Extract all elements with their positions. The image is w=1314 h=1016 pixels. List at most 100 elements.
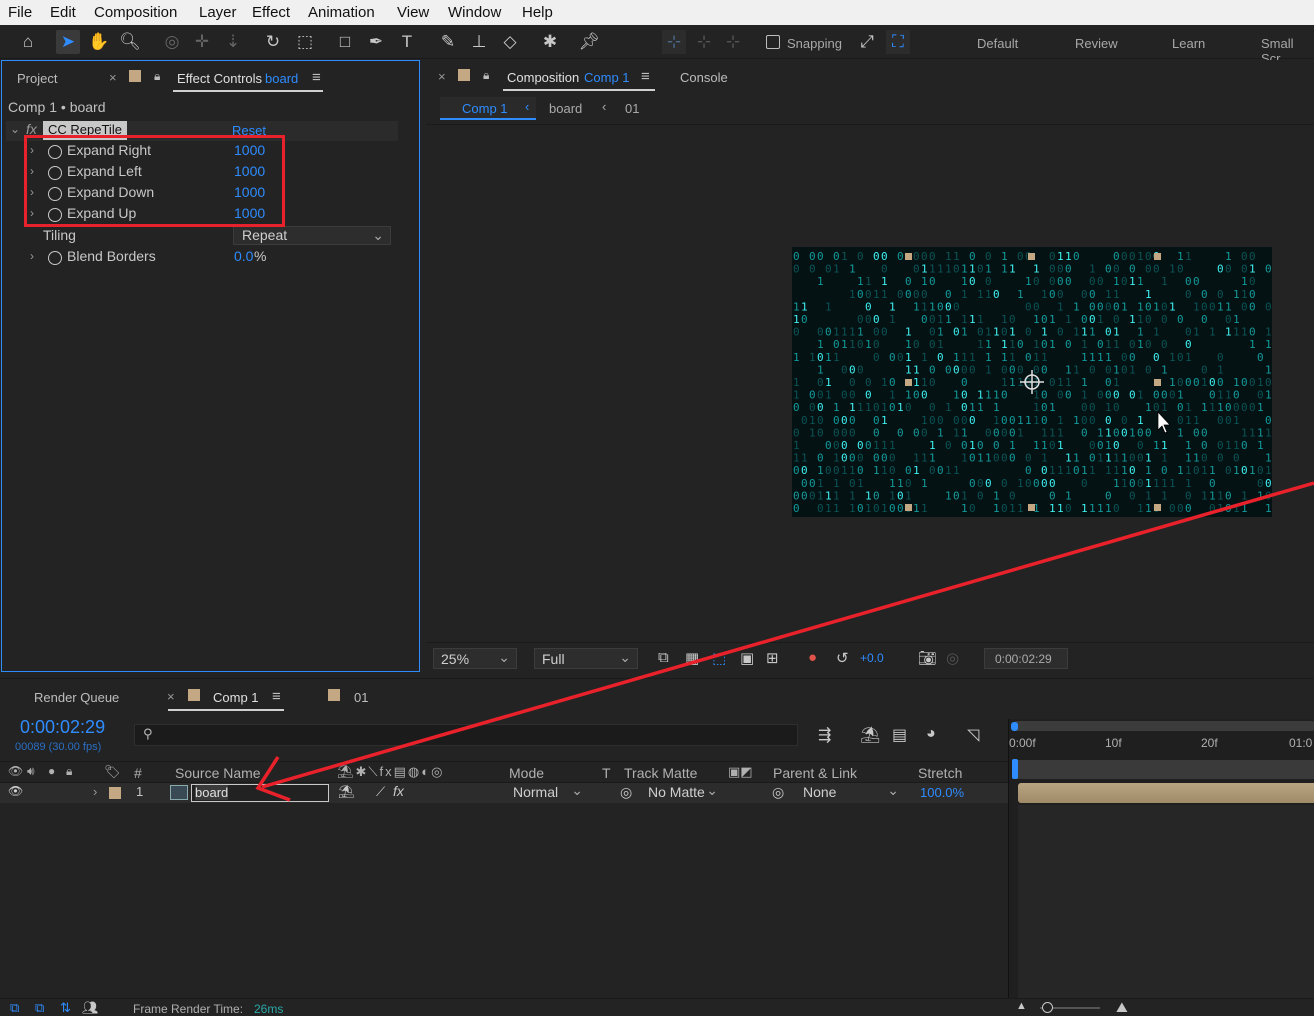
- blend-borders-value[interactable]: 0.0: [234, 248, 253, 264]
- show-snapshot-icon[interactable]: ◎: [946, 649, 959, 667]
- tab-render-queue[interactable]: Render Queue: [34, 690, 119, 705]
- solo-icon[interactable]: ●: [48, 764, 55, 778]
- fast-preview-icon[interactable]: ⧉: [658, 649, 669, 666]
- snap-grid-icon[interactable]: ⛶: [886, 30, 910, 54]
- mask-visibility-icon[interactable]: ⬚: [712, 649, 726, 667]
- zoom-out-icon[interactable]: ▲: [1016, 1000, 1027, 1012]
- parent-dropdown[interactable]: None ⌄: [797, 782, 905, 803]
- panel-menu-icon[interactable]: ≡: [272, 688, 281, 705]
- reset-exposure-icon[interactable]: ↺: [836, 649, 849, 667]
- menu-window[interactable]: Window: [448, 4, 501, 21]
- audio-icon[interactable]: 🔊︎: [27, 764, 35, 779]
- zoom-slider-thumb[interactable]: [1042, 1002, 1053, 1013]
- lock-icon[interactable]: 🔒︎: [154, 69, 160, 84]
- zoom-dropdown[interactable]: 25% ⌄: [433, 648, 517, 669]
- orbit-camera-icon[interactable]: ◎: [160, 30, 184, 54]
- transform-handle[interactable]: [905, 253, 912, 260]
- layer-switches-toggle-icon[interactable]: ⧉: [10, 1000, 19, 1016]
- time-navigator[interactable]: [1014, 721, 1314, 731]
- snap-options-icon[interactable]: ⤢: [855, 30, 879, 54]
- quality-switch-icon[interactable]: ⟋: [376, 784, 385, 800]
- rectangle-tool-icon[interactable]: □: [333, 30, 357, 54]
- matte-pickwhip-icon[interactable]: ◎: [620, 784, 632, 801]
- exposure-value[interactable]: +0.0: [860, 651, 884, 665]
- pen-tool-icon[interactable]: ✒: [364, 30, 388, 54]
- current-time-display[interactable]: 0:00:02:29: [20, 717, 105, 738]
- stretch-value[interactable]: 100.0%: [920, 785, 964, 800]
- close-icon[interactable]: ×: [438, 69, 446, 84]
- transform-handle[interactable]: [905, 504, 912, 511]
- tab-comp-name[interactable]: Comp 1: [584, 70, 630, 85]
- shy-layers-icon[interactable]: ⛱: [860, 725, 880, 745]
- menu-effect[interactable]: Effect: [252, 4, 290, 21]
- transform-handle[interactable]: [1154, 379, 1161, 386]
- transparency-grid-icon[interactable]: ▦: [685, 649, 699, 667]
- tab-project[interactable]: Project: [17, 71, 57, 86]
- grid-guides-icon[interactable]: ⊞: [766, 649, 779, 667]
- layer-label-color[interactable]: [109, 787, 121, 799]
- tab-composition[interactable]: Composition: [507, 70, 579, 85]
- transform-handle[interactable]: [1154, 504, 1161, 511]
- color-channels-icon[interactable]: ●: [808, 649, 817, 666]
- tab-effect-controls-layer[interactable]: board: [265, 71, 298, 86]
- home-icon[interactable]: ⌂: [16, 30, 40, 54]
- view-axis-icon[interactable]: ⊹: [721, 30, 745, 54]
- stopwatch-icon[interactable]: [48, 251, 62, 265]
- navigator-handle[interactable]: [1011, 722, 1018, 731]
- chevron-down-icon[interactable]: ⌄: [10, 122, 20, 136]
- layer-duration-bar[interactable]: [1018, 783, 1314, 803]
- crumb-board[interactable]: board: [549, 101, 582, 116]
- selection-tool-icon[interactable]: ➤: [56, 30, 80, 54]
- panel-menu-icon[interactable]: ≡: [312, 69, 321, 86]
- playhead[interactable]: [1012, 759, 1018, 779]
- workspace-review[interactable]: Review: [1075, 36, 1118, 51]
- tab-console[interactable]: Console: [680, 70, 728, 85]
- current-time-field[interactable]: 0:00:02:29: [984, 648, 1068, 669]
- layer-row[interactable]: 👁︎ › 1 board ⛱ ⟋ fx Normal ⌄ ◎ No Matte …: [0, 782, 1008, 803]
- menu-animation[interactable]: Animation: [308, 4, 375, 21]
- tab-effect-controls[interactable]: Effect Controls: [177, 71, 262, 86]
- menu-layer[interactable]: Layer: [199, 4, 237, 21]
- zoom-tool-icon[interactable]: 🔍︎: [118, 30, 142, 54]
- workspace-learn[interactable]: Learn: [1172, 36, 1205, 51]
- eye-icon[interactable]: 👁︎: [8, 784, 23, 798]
- crumb-01[interactable]: 01: [625, 101, 639, 116]
- transform-handle[interactable]: [905, 379, 912, 386]
- dolly-camera-icon[interactable]: ⇣: [221, 30, 245, 54]
- lock-icon[interactable]: 🔒︎: [483, 68, 489, 83]
- graph-editor-icon[interactable]: ◹: [967, 725, 979, 745]
- tab-comp1[interactable]: Comp 1: [213, 690, 259, 705]
- transform-handle[interactable]: [1028, 504, 1035, 511]
- brush-tool-icon[interactable]: ✎: [436, 30, 460, 54]
- tab-01[interactable]: 01: [354, 690, 368, 705]
- render-time-toggle-icon[interactable]: 👥︎: [82, 1000, 99, 1016]
- layer-name-input[interactable]: board: [191, 784, 329, 802]
- transfer-controls-toggle-icon[interactable]: ⧉: [35, 1000, 44, 1016]
- lock-icon[interactable]: 🔒︎: [66, 764, 72, 779]
- eye-icon[interactable]: 👁︎: [8, 764, 23, 778]
- camera-snapshot-icon[interactable]: 📷︎: [918, 649, 937, 667]
- parent-pickwhip-icon[interactable]: ◎: [772, 784, 784, 801]
- close-icon[interactable]: ×: [167, 689, 175, 704]
- local-axis-icon[interactable]: ⊹: [662, 30, 686, 54]
- work-area-bar[interactable]: [1014, 760, 1314, 779]
- in-out-toggle-icon[interactable]: ⇅: [60, 1000, 71, 1016]
- comp-mini-flowchart-icon[interactable]: ⇶: [818, 725, 831, 745]
- col-source-name[interactable]: Source Name: [175, 765, 261, 781]
- blend-borders-row[interactable]: › Blend Borders 0.0 %: [26, 247, 400, 268]
- panel-menu-icon[interactable]: ≡: [641, 68, 650, 85]
- snapping-checkbox[interactable]: [766, 35, 780, 49]
- menu-edit[interactable]: Edit: [50, 4, 76, 21]
- comp-viewer-image[interactable]: 0000100000001100100011000010011100000110…: [792, 247, 1272, 517]
- pan-camera-icon[interactable]: ✛: [190, 30, 214, 54]
- region-of-interest-icon[interactable]: ▣: [740, 649, 754, 667]
- chevron-right-icon[interactable]: ›: [93, 784, 97, 799]
- close-icon[interactable]: ×: [109, 70, 117, 85]
- world-axis-icon[interactable]: ⊹: [692, 30, 716, 54]
- roto-brush-icon[interactable]: ✱: [538, 30, 562, 54]
- workspace-default[interactable]: Default: [977, 36, 1018, 51]
- fx-switch-icon[interactable]: fx: [393, 783, 404, 799]
- hand-tool-icon[interactable]: ✋: [87, 30, 111, 54]
- blend-mode-dropdown[interactable]: Normal ⌄: [507, 782, 587, 803]
- label-tag-icon[interactable]: 🏷︎: [104, 764, 121, 780]
